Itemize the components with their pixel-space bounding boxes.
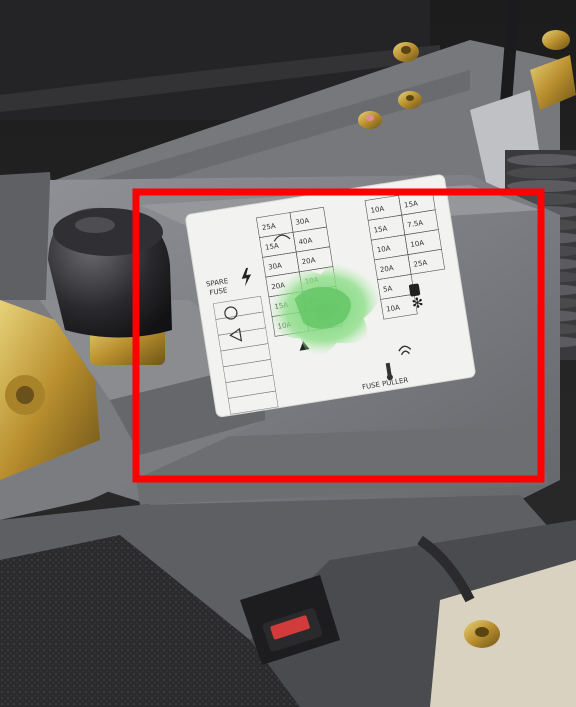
seat-heater-icon <box>408 283 421 297</box>
terminal-nut-hole <box>16 386 34 404</box>
photo-scene: 25A15A30A20A15A10A30A40A20A10A30A15A10A1… <box>0 0 576 707</box>
fan-icon: ✻ <box>411 295 425 313</box>
bolt-top-2 <box>398 91 422 109</box>
bolt-bottom-right <box>464 620 500 648</box>
bolt-top-3 <box>358 111 382 129</box>
fuse-amp-label: 5A <box>383 284 394 293</box>
bolt-top-1 <box>393 42 419 62</box>
fuse-label: 25A15A30A20A15A10A30A40A20A10A30A15A10A1… <box>185 174 476 418</box>
